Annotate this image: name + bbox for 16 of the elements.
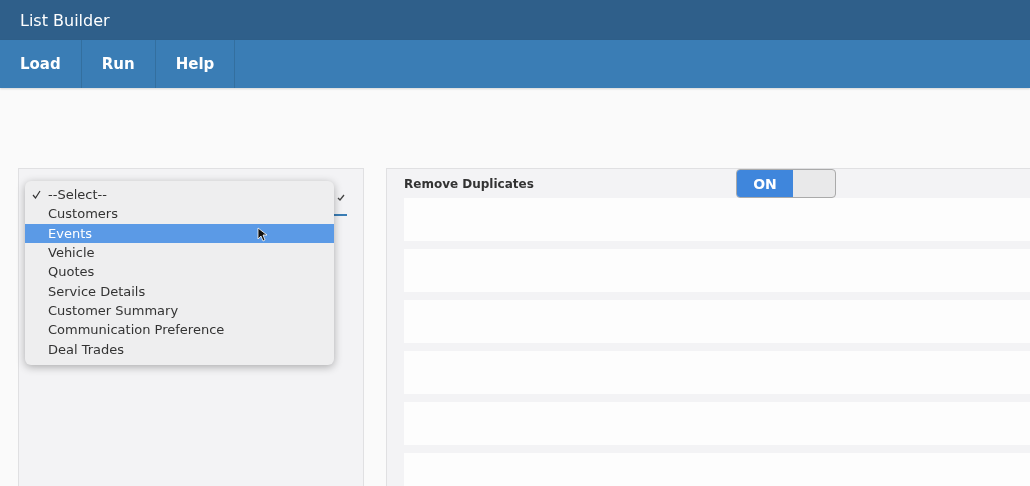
menu-item[interactable]: Help bbox=[155, 40, 236, 88]
dropdown-option[interactable]: Communication Preference bbox=[25, 320, 334, 340]
dropdown-option[interactable]: Customers bbox=[25, 204, 334, 224]
window-title: List Builder bbox=[20, 10, 110, 30]
check-icon bbox=[337, 193, 345, 202]
dropdown-option[interactable]: Customer Summary bbox=[25, 300, 334, 321]
menu-item[interactable]: Run bbox=[81, 40, 156, 88]
dropdown-option[interactable]: Quotes bbox=[25, 262, 334, 282]
option-label: Remove Duplicates bbox=[404, 176, 535, 191]
dropdown-option[interactable]: --Select-- bbox=[25, 185, 334, 205]
toggle-switch[interactable]: ON bbox=[736, 169, 836, 198]
dropdown-option[interactable]: Service Details bbox=[25, 281, 334, 301]
dropdown-option[interactable]: Deal Trades bbox=[25, 339, 334, 359]
cursor-icon bbox=[257, 226, 267, 242]
dropdown-option[interactable]: Vehicle bbox=[25, 242, 334, 263]
menu-item[interactable]: Load bbox=[0, 40, 82, 88]
